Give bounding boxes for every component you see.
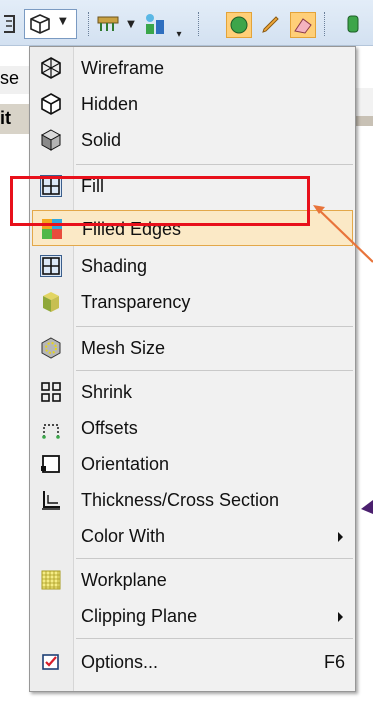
annotation-orange-arrow	[317, 208, 373, 263]
annotation-purple-arrowhead	[361, 500, 373, 514]
annotation-arrows	[313, 205, 373, 514]
